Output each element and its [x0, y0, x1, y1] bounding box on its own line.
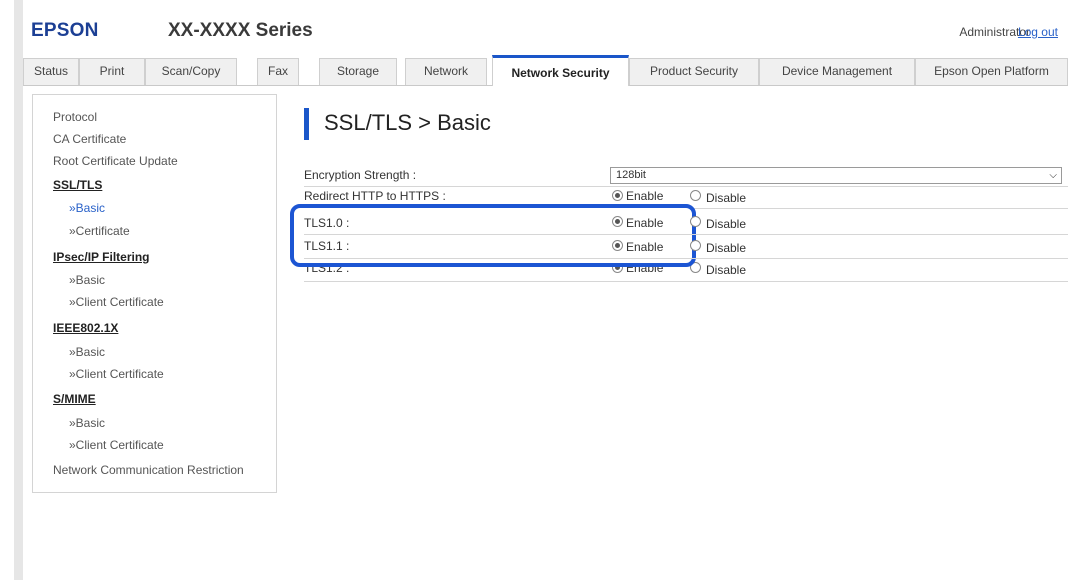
sidebar-item-smime-client-certificate[interactable]: »Client Certificate	[69, 438, 164, 452]
tab-product-security[interactable]: Product Security	[629, 58, 759, 85]
tab-device-management[interactable]: Device Management	[759, 58, 915, 85]
tls11-row: TLS1.1 : Enable Disable	[304, 235, 1068, 259]
sidebar-item-ssl-certificate[interactable]: »Certificate	[69, 224, 130, 238]
sidebar-item-ieee-basic[interactable]: »Basic	[69, 345, 105, 359]
sidebar-item-ssl-basic[interactable]: »Basic	[69, 201, 105, 215]
redirect-enable-radio[interactable]	[612, 190, 623, 201]
redirect-https-label: Redirect HTTP to HTTPS :	[304, 189, 446, 203]
sidebar-item-network-communication-restriction[interactable]: Network Communication Restriction	[53, 463, 244, 477]
page-left-edge	[14, 0, 23, 580]
encryption-strength-select[interactable]: 128bit ⌵	[610, 167, 1062, 184]
epson-logo: EPSON	[31, 20, 99, 41]
redirect-enable-label: Enable	[626, 189, 664, 203]
main-tabs: Status Print Scan/Copy Fax Storage Netwo…	[23, 54, 1068, 86]
encryption-strength-label: Encryption Strength :	[304, 168, 417, 182]
sidebar: Protocol CA Certificate Root Certificate…	[32, 94, 277, 493]
sidebar-section-ipsec[interactable]: IPsec/IP Filtering	[53, 250, 149, 264]
tls11-disable-label: Disable	[706, 241, 747, 255]
redirect-disable-radio[interactable]	[690, 190, 701, 201]
tls10-enable-label: Enable	[626, 216, 664, 230]
header: EPSON XX-XXXX Series Administrator Log o…	[23, 0, 1068, 52]
sidebar-section-ieee8021x[interactable]: IEEE802.1X	[53, 321, 118, 335]
chevron-down-icon: ⌵	[1049, 170, 1057, 181]
page-title: SSL/TLS > Basic	[324, 110, 491, 135]
logout-link[interactable]: Log out	[1018, 25, 1058, 39]
tab-print[interactable]: Print	[79, 58, 145, 85]
redirect-disable-label: Disable	[706, 191, 747, 205]
sidebar-item-root-certificate-update[interactable]: Root Certificate Update	[53, 154, 178, 168]
sidebar-item-protocol[interactable]: Protocol	[53, 110, 97, 124]
tls11-label: TLS1.1 :	[304, 239, 350, 253]
tab-status[interactable]: Status	[23, 58, 79, 85]
encryption-strength-value: 128bit	[616, 169, 646, 181]
tab-fax[interactable]: Fax	[257, 58, 299, 85]
sidebar-item-ipsec-client-certificate[interactable]: »Client Certificate	[69, 295, 164, 309]
sidebar-section-smime[interactable]: S/MIME	[53, 392, 96, 406]
tab-scan-copy[interactable]: Scan/Copy	[145, 58, 237, 85]
sidebar-item-ieee-client-certificate[interactable]: »Client Certificate	[69, 367, 164, 381]
tls11-enable-radio[interactable]	[612, 240, 623, 251]
sidebar-item-ca-certificate[interactable]: CA Certificate	[53, 132, 126, 146]
tab-epson-open-platform[interactable]: Epson Open Platform	[915, 58, 1068, 85]
tls10-label: TLS1.0 :	[304, 216, 350, 230]
tab-storage[interactable]: Storage	[319, 58, 397, 85]
tls10-row: TLS1.0 : Enable Disable	[304, 211, 1068, 235]
sidebar-item-smime-basic[interactable]: »Basic	[69, 416, 105, 430]
sidebar-section-ssl-tls[interactable]: SSL/TLS	[53, 178, 102, 192]
tls10-enable-radio[interactable]	[612, 216, 623, 227]
tab-network-security[interactable]: Network Security	[492, 55, 629, 86]
tls11-enable-label: Enable	[626, 240, 664, 254]
tls12-disable-label: Disable	[706, 263, 747, 277]
sidebar-item-ipsec-basic[interactable]: »Basic	[69, 273, 105, 287]
printer-series-title: XX-XXXX Series	[168, 20, 313, 41]
tls11-disable-radio[interactable]	[690, 240, 701, 251]
encryption-strength-row: Encryption Strength : 128bit ⌵	[304, 165, 1068, 187]
tls10-disable-label: Disable	[706, 217, 747, 231]
tab-network[interactable]: Network	[405, 58, 487, 85]
tls10-disable-radio[interactable]	[690, 216, 701, 227]
page-title-accent	[304, 108, 309, 140]
